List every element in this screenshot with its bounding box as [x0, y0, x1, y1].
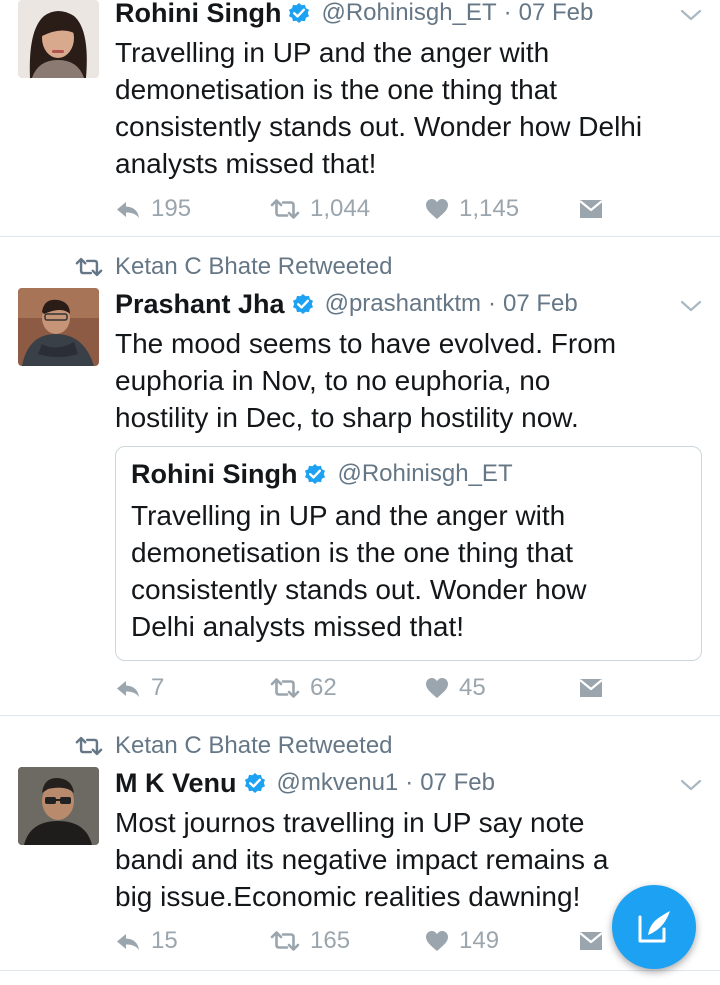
like-count: 1,145 — [459, 195, 520, 222]
reply-button[interactable]: 15 — [115, 926, 178, 956]
message-icon — [579, 678, 603, 698]
like-button[interactable]: 45 — [425, 673, 486, 703]
chevron-down-icon[interactable] — [680, 8, 702, 22]
reply-count: 15 — [151, 927, 178, 954]
retweeted-by-label: Ketan C Bhate Retweeted — [115, 732, 393, 759]
retweet-icon — [270, 199, 300, 219]
tweet-text-line: Travelling in UP and the anger with — [115, 37, 550, 68]
author-name[interactable]: Rohini Singh — [115, 0, 281, 29]
reply-icon — [115, 678, 141, 698]
retweet-button[interactable]: 165 — [270, 926, 350, 956]
separator-dot: · — [405, 769, 414, 796]
retweeted-by-label: Ketan C Bhate Retweeted — [115, 253, 393, 280]
retweet-button[interactable]: 62 — [270, 673, 337, 703]
tweet-text-line: consistently stands out. Wonder how Delh… — [115, 111, 643, 142]
verified-badge-icon — [291, 292, 315, 316]
tweet-header: Prashant Jha @prashantktm · 07 Feb — [115, 287, 720, 321]
retweet-icon — [270, 678, 300, 698]
like-button[interactable]: 1,145 — [425, 194, 519, 224]
tweet-text-line: consistently stands out. Wonder how — [131, 574, 587, 605]
author-handle[interactable]: @prashantktm — [325, 290, 481, 318]
heart-icon — [425, 677, 449, 699]
heart-icon — [425, 198, 449, 220]
retweet-button[interactable]: 1,044 — [270, 194, 370, 224]
retweet-icon — [75, 736, 103, 756]
quoted-tweet-header: Rohini Singh @Rohinisgh_ET — [131, 457, 701, 491]
tweet-text-line: Travelling in UP and the anger with — [131, 500, 566, 531]
separator-dot: · — [503, 0, 512, 26]
retweet-count: 62 — [310, 674, 337, 701]
tweet-text: The mood seems to have evolved. From eup… — [115, 325, 715, 436]
tweet-header: Rohini Singh @Rohinisgh_ET · 07 Feb — [115, 0, 720, 30]
compose-icon — [638, 911, 670, 943]
quoted-author-handle: @Rohinisgh_ET — [337, 460, 513, 487]
verified-badge-icon — [287, 1, 311, 25]
avatar[interactable] — [18, 288, 99, 366]
tweet-text-line: hostility in Dec, to sharp hostility now… — [115, 402, 579, 433]
tweet-actions: 195 1,044 1,145 — [115, 194, 720, 224]
retweet-count: 1,044 — [310, 195, 371, 222]
tweet-date[interactable]: 07 Feb — [420, 769, 495, 797]
reply-icon — [115, 931, 141, 951]
retweet-count: 165 — [310, 927, 351, 954]
like-button[interactable]: 149 — [425, 926, 499, 956]
tweet-text-line: euphoria in Nov, to no euphoria, no — [115, 365, 551, 396]
separator-dot: · — [488, 290, 496, 317]
tweet-date[interactable]: 07 Feb — [503, 290, 578, 318]
author-name[interactable]: Prashant Jha — [115, 289, 285, 320]
tweet-text: Travelling in UP and the anger with demo… — [115, 34, 715, 182]
reply-icon — [115, 199, 141, 219]
like-count: 149 — [459, 927, 500, 954]
author-name[interactable]: M K Venu — [115, 768, 237, 799]
compose-tweet-button[interactable] — [612, 885, 696, 969]
tweet-text-line: Most journos travelling in UP say note — [115, 807, 585, 838]
tweet-text-line: demonetisation is the one thing that — [115, 74, 558, 105]
verified-badge-icon — [303, 462, 327, 486]
like-count: 45 — [459, 674, 486, 701]
tweet[interactable]: Rohini Singh @Rohinisgh_ET · 07 Feb Trav… — [0, 0, 720, 236]
chevron-down-icon[interactable] — [680, 299, 702, 313]
tweet-header: M K Venu @mkvenu1 · 07 Feb — [115, 766, 720, 800]
author-handle[interactable]: @mkvenu1 — [277, 769, 399, 797]
direct-message-button[interactable] — [579, 926, 613, 956]
tweet-date[interactable]: 07 Feb — [519, 0, 594, 27]
reply-count: 7 — [151, 674, 165, 701]
quoted-author-name: Rohini Singh — [131, 458, 298, 489]
author-handle[interactable]: @Rohinisgh_ET — [321, 0, 496, 27]
retweet-icon — [270, 931, 300, 951]
message-icon — [579, 199, 603, 219]
retweet-context[interactable]: Ketan C Bhate Retweeted — [75, 731, 393, 761]
quoted-tweet[interactable]: Rohini Singh @Rohinisgh_ET Travelling in… — [115, 446, 702, 661]
reply-count: 195 — [151, 195, 192, 222]
avatar[interactable] — [18, 0, 99, 78]
tweet-text-line: Delhi analysts missed that! — [131, 611, 465, 642]
direct-message-button[interactable] — [579, 194, 613, 224]
heart-icon — [425, 930, 449, 952]
verified-badge-icon — [243, 771, 267, 795]
tweet-text-line: analysts missed that! — [115, 148, 377, 179]
avatar[interactable] — [18, 767, 99, 845]
reply-button[interactable]: 195 — [115, 194, 191, 224]
chevron-down-icon[interactable] — [680, 778, 702, 792]
tweet-text-line: demonetisation is the one thing that — [131, 537, 574, 568]
tweet-text-line: The mood seems to have evolved. From — [115, 328, 617, 359]
reply-button[interactable]: 7 — [115, 673, 164, 703]
message-icon — [579, 931, 603, 951]
retweet-icon — [75, 257, 103, 277]
tweet-actions: 7 62 45 — [115, 673, 720, 703]
quoted-tweet-text: Travelling in UP and the anger with demo… — [131, 497, 691, 645]
tweet[interactable]: Ketan C Bhate Retweeted Prashant Jha @pr… — [0, 237, 720, 715]
tweet[interactable]: Ketan C Bhate Retweeted M K Venu @mkvenu… — [0, 716, 720, 985]
direct-message-button[interactable] — [579, 673, 613, 703]
retweet-context[interactable]: Ketan C Bhate Retweeted — [75, 252, 393, 282]
tweet-text-line: bandi and its negative impact remains a — [115, 844, 609, 875]
divider — [0, 970, 720, 971]
